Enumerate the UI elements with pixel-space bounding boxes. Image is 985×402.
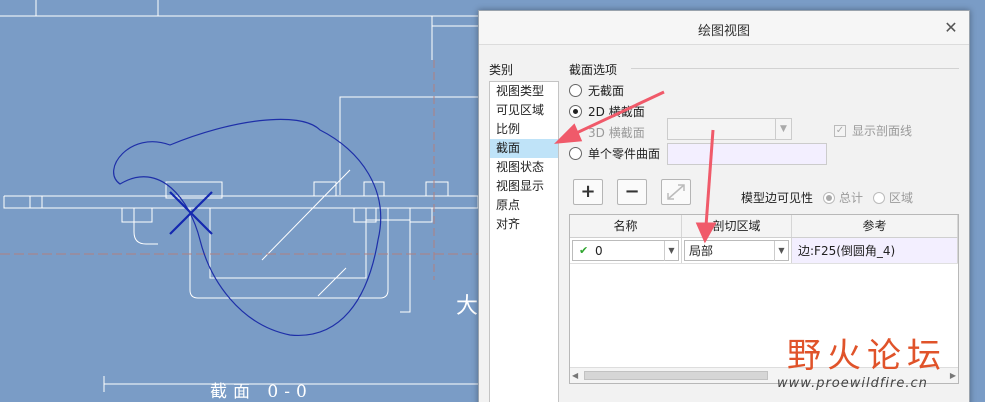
region-value: 局部: [689, 244, 714, 258]
chevron-down-icon[interactable]: ▼: [774, 241, 788, 261]
chevron-down-icon: ▼: [775, 119, 791, 139]
cad-line: [317, 267, 347, 297]
column-header-reference[interactable]: 参考: [792, 215, 958, 237]
cad-sketch-curve: [113, 118, 382, 336]
section-2d-label: 2D 横截面: [588, 104, 645, 119]
close-icon[interactable]: ✕: [943, 20, 959, 36]
radio-icon: [873, 191, 886, 204]
no-section-label: 无截面: [588, 83, 625, 98]
edge-visibility-area-radio[interactable]: 区域: [873, 189, 913, 206]
column-header-region[interactable]: 剖切区域: [682, 215, 792, 237]
show-hatch-checkbox[interactable]: ✓ 显示剖面线: [834, 122, 912, 139]
category-item-alignment[interactable]: 对齐: [490, 215, 558, 234]
edge-visibility-label: 模型边可见性: [741, 191, 814, 205]
region-cell[interactable]: 局部 ▼: [682, 238, 792, 263]
section-3d-select[interactable]: ▼: [667, 118, 792, 140]
cad-rect: [121, 207, 153, 223]
category-item-view-states[interactable]: 视图状态: [490, 158, 558, 177]
watermark: 野火论坛 www.proewildfire.cn: [767, 322, 967, 402]
name-select[interactable]: ✔ 0 ▼: [572, 240, 679, 261]
cad-rect: [409, 207, 433, 223]
cad-outline: [339, 96, 478, 195]
category-item-sections[interactable]: 截面: [490, 139, 558, 158]
checkbox-checked-icon: ✓: [834, 124, 846, 137]
chevron-down-icon[interactable]: ▼: [664, 241, 678, 261]
table-header: 名称 剖切区域 参考: [570, 215, 958, 238]
category-item-view-type[interactable]: 视图类型: [490, 82, 558, 101]
check-icon: ✔: [579, 244, 589, 257]
cad-rect: [313, 181, 337, 197]
section-options-divider: [631, 68, 959, 69]
cad-outline: [209, 208, 367, 279]
category-item-view-display[interactable]: 视图显示: [490, 177, 558, 196]
name-cell[interactable]: ✔ 0 ▼: [570, 238, 682, 263]
dialog-titlebar[interactable]: 绘图视图 ✕: [479, 11, 969, 45]
category-item-origin[interactable]: 原点: [490, 196, 558, 215]
cad-line: [261, 169, 351, 261]
region-select[interactable]: 局部 ▼: [684, 240, 789, 261]
remove-section-button[interactable]: −: [617, 179, 647, 205]
cad-rect: [425, 181, 449, 197]
no-section-radio[interactable]: 无截面: [569, 81, 624, 99]
section-label: 截面 0-0: [210, 382, 313, 402]
reference-cell[interactable]: 边:F25(倒圆角_4): [792, 238, 958, 263]
category-item-visible-area[interactable]: 可见区域: [490, 101, 558, 120]
plus-icon: +: [580, 181, 596, 202]
section-3d-radio[interactable]: 3D 横截面: [569, 123, 645, 141]
radio-selected-icon: [823, 191, 836, 204]
section-3d-label: 3D 横截面: [588, 125, 645, 140]
minus-icon: −: [624, 181, 640, 202]
reference-value: 边:F25(倒圆角_4): [798, 244, 896, 258]
scrollbar-thumb[interactable]: [584, 371, 768, 380]
section-2d-radio[interactable]: 2D 横截面: [569, 102, 645, 120]
flip-section-button[interactable]: [661, 179, 691, 205]
cad-text-glyph: 大: [456, 294, 479, 319]
single-part-surface-label: 单个零件曲面: [588, 146, 661, 161]
dialog-title: 绘图视图: [697, 24, 750, 39]
add-section-button[interactable]: +: [573, 179, 603, 205]
categories-heading: 类别: [489, 63, 514, 77]
show-hatch-label: 显示剖面线: [852, 124, 913, 138]
edge-visibility-group: 模型边可见性 总计 区域: [741, 189, 913, 206]
part-surface-field[interactable]: [667, 143, 827, 165]
name-value: 0: [595, 244, 603, 258]
cad-outline: [3, 195, 479, 209]
radio-selected-icon: [569, 104, 582, 118]
edge-visibility-total-radio[interactable]: 总计: [823, 189, 863, 206]
column-header-name[interactable]: 名称: [570, 215, 682, 237]
flip-icon: [667, 184, 685, 200]
watermark-url: www.proewildfire.cn: [777, 376, 928, 391]
watermark-brand: 野火论坛: [787, 336, 947, 376]
radio-icon: [569, 83, 582, 97]
category-list: 视图类型 可见区域 比例 截面 视图状态 视图显示 原点 对齐: [489, 81, 559, 402]
scroll-left-icon[interactable]: ◀: [572, 368, 578, 384]
edge-visibility-area-label: 区域: [889, 191, 914, 205]
category-item-scale[interactable]: 比例: [490, 120, 558, 139]
single-part-surface-radio[interactable]: 单个零件曲面: [569, 144, 660, 162]
section-options-heading: 截面选项: [569, 63, 618, 77]
table-row[interactable]: ✔ 0 ▼ 局部 ▼ 边:F25(倒圆角_4): [570, 238, 958, 264]
edge-visibility-total-label: 总计: [839, 191, 864, 205]
radio-icon: [569, 146, 582, 160]
cad-outline: [133, 208, 158, 245]
